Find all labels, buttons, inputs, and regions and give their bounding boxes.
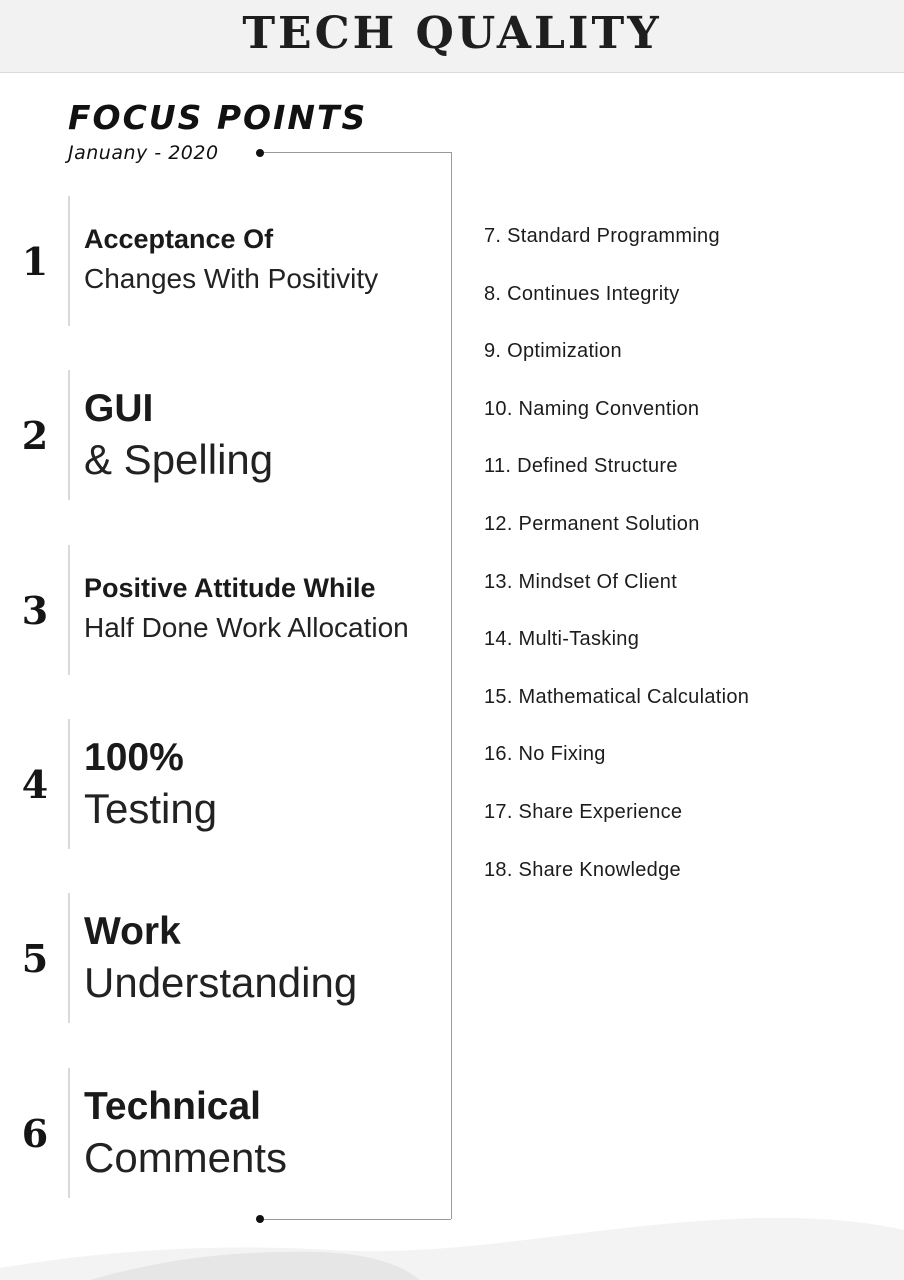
point-subheading: Changes With Positivity: [84, 263, 379, 294]
point-divider: [68, 545, 70, 675]
point-subheading: Understanding: [84, 959, 358, 1006]
bracket-top-dot: [256, 149, 264, 157]
point-heading: Technical: [84, 1085, 262, 1128]
focus-point-4: 4 100% Testing: [0, 719, 450, 849]
point-number: 4: [21, 761, 49, 807]
point-divider: [68, 370, 70, 500]
point-text: Positive Attitude While Half Done Work A…: [84, 545, 446, 675]
point-number: 3: [21, 587, 49, 633]
bracket-right-rule: [451, 152, 452, 1219]
point-text: Work Understanding: [84, 893, 446, 1023]
list-item: 7. Standard Programming: [484, 225, 720, 247]
point-subheading: & Spelling: [84, 436, 274, 483]
focus-point-6: 6 Technical Comments: [0, 1068, 450, 1198]
date-label: Januany - 2020: [68, 142, 219, 164]
point-heading: Positive Attitude While: [84, 573, 376, 603]
list-item: 10. Naming Convention: [484, 397, 700, 420]
list-item: 16. No Fixing: [484, 743, 606, 766]
section-title: FOCUS POINTS: [68, 98, 368, 137]
bracket-top-rule: [260, 152, 451, 153]
point-heading: Work: [84, 910, 181, 953]
list-item: 11. Defined Structure: [484, 455, 678, 478]
point-subheading: Comments: [84, 1134, 288, 1181]
focus-point-1: 1 Acceptance Of Changes With Positivity: [0, 196, 450, 326]
list-item: 18. Share Knowledge: [484, 858, 681, 881]
point-text: GUI & Spelling: [84, 370, 446, 500]
point-number: 6: [21, 1110, 49, 1156]
list-item: 9. Optimization: [484, 340, 622, 363]
list-item: 17. Share Experience: [484, 800, 683, 823]
point-heading: GUI: [84, 387, 154, 430]
point-subheading: Testing: [84, 785, 218, 832]
extra-points-list: 7. Standard Programming 8. Continues Int…: [484, 216, 749, 907]
list-item: 15. Mathematical Calculation: [484, 685, 750, 708]
list-item: 8. Continues Integrity: [484, 282, 680, 305]
point-number: 1: [21, 238, 49, 284]
list-item: 14. Multi-Tasking: [484, 628, 640, 651]
document-title: TECH QUALITY: [242, 8, 662, 59]
point-heading: 100%: [84, 736, 184, 779]
point-number: 5: [21, 935, 49, 981]
list-item: 12. Permanent Solution: [484, 512, 700, 535]
point-text: Technical Comments: [84, 1068, 446, 1198]
point-subheading: Half Done Work Allocation: [84, 612, 409, 643]
list-item: 13. Mindset Of Client: [484, 570, 678, 593]
bottom-wave-decoration: [0, 1217, 904, 1280]
point-divider: [68, 719, 70, 849]
point-text: Acceptance Of Changes With Positivity: [84, 196, 446, 326]
point-divider: [68, 196, 70, 326]
point-divider: [68, 1068, 70, 1198]
point-text: 100% Testing: [84, 719, 446, 849]
point-divider: [68, 893, 70, 1023]
focus-point-3: 3 Positive Attitude While Half Done Work…: [0, 545, 450, 675]
point-heading: Acceptance Of: [84, 224, 274, 254]
focus-point-5: 5 Work Understanding: [0, 893, 450, 1023]
focus-point-2: 2 GUI & Spelling: [0, 370, 450, 500]
point-number: 2: [21, 412, 49, 458]
